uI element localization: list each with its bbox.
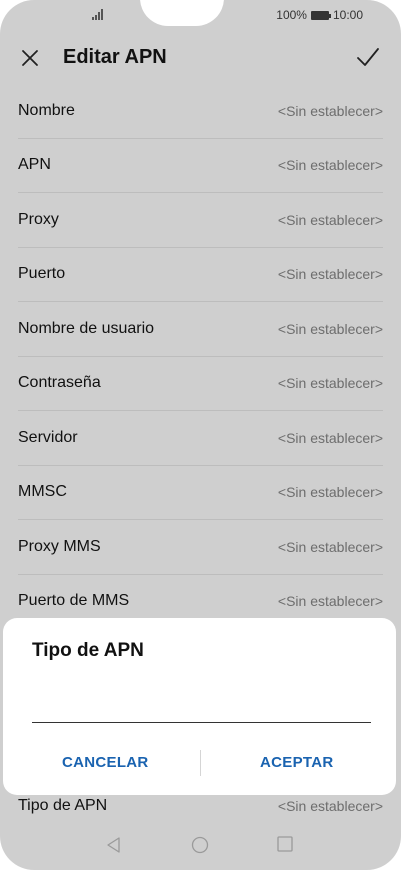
field-value: <Sin establecer> <box>277 157 383 174</box>
close-button[interactable] <box>18 46 42 70</box>
list-item[interactable]: Proxy <Sin establecer> <box>18 193 383 248</box>
list-item[interactable]: MMSC <Sin establecer> <box>18 466 383 520</box>
field-value: <Sin establecer> <box>277 375 383 392</box>
battery-icon <box>310 10 331 20</box>
list-item[interactable]: Puerto <Sin establecer> <box>18 248 383 302</box>
field-label: Nombre de usuario <box>18 319 155 337</box>
close-icon <box>22 50 38 66</box>
nav-recents-button[interactable] <box>277 836 293 852</box>
field-value: <Sin establecer> <box>277 320 383 337</box>
clock: 10:00 <box>332 8 363 22</box>
app-header: Editar APN <box>0 32 401 84</box>
nav-back-button[interactable] <box>105 836 123 854</box>
list-item[interactable]: Servidor <Sin establecer> <box>18 411 383 466</box>
field-value: <Sin establecer> <box>277 429 383 446</box>
list-item[interactable]: Proxy MMS <Sin establecer> <box>18 520 383 575</box>
field-label: Proxy MMS <box>18 537 101 555</box>
accept-button[interactable]: ACEPTAR <box>260 754 334 771</box>
field-label: APN <box>18 156 51 174</box>
page-title: Editar APN <box>63 46 167 68</box>
home-circle-icon <box>191 836 209 854</box>
battery-percent: 100% <box>276 8 307 22</box>
cancel-button[interactable]: CANCELAR <box>62 754 149 771</box>
camera-notch <box>140 0 224 26</box>
list-item-tipo-apn[interactable]: Tipo de APN <Sin establecer> <box>18 795 383 817</box>
recents-square-icon <box>277 836 293 852</box>
apn-type-input[interactable] <box>32 688 371 723</box>
dialog-actions: CANCELAR ACEPTAR <box>3 746 396 782</box>
navigation-bar <box>0 826 401 866</box>
field-value: <Sin establecer> <box>277 538 383 555</box>
field-label: Puerto de MMS <box>18 592 130 610</box>
list-item[interactable]: Contraseña <Sin establecer> <box>18 357 383 411</box>
signal-icon <box>92 8 106 20</box>
dialog-title: Tipo de APN <box>32 640 144 661</box>
apn-type-dialog: Tipo de APN CANCELAR ACEPTAR <box>3 618 396 795</box>
field-label: Tipo de APN <box>18 797 108 814</box>
field-value: <Sin establecer> <box>277 798 383 814</box>
field-label: Proxy <box>18 210 59 228</box>
field-value: <Sin establecer> <box>277 266 383 283</box>
button-divider <box>200 750 201 776</box>
field-label: Contraseña <box>18 374 101 392</box>
status-right: 100% 10:00 <box>276 8 363 22</box>
field-label: Nombre <box>18 101 75 119</box>
apn-settings-list: Nombre <Sin establecer> APN <Sin establecer… <box>18 84 383 629</box>
list-item[interactable]: APN <Sin establecer> <box>18 139 383 193</box>
phone-screen: 100% 10:00 Editar APN Nombre <Sin estable… <box>0 0 401 870</box>
field-value: <Sin establecer> <box>277 102 383 119</box>
field-value: <Sin establecer> <box>277 593 383 610</box>
confirm-button[interactable] <box>355 44 381 70</box>
check-icon <box>357 48 379 66</box>
list-item[interactable]: Nombre de usuario <Sin establecer> <box>18 302 383 357</box>
field-value: <Sin establecer> <box>277 484 383 501</box>
nav-home-button[interactable] <box>191 836 209 854</box>
status-bar: 100% 10:00 <box>0 0 401 30</box>
list-item[interactable]: Nombre <Sin establecer> <box>18 84 383 139</box>
field-label: MMSC <box>18 483 67 501</box>
back-triangle-icon <box>107 837 120 853</box>
field-value: <Sin establecer> <box>277 211 383 228</box>
field-label: Servidor <box>18 428 78 446</box>
field-label: Puerto <box>18 265 66 283</box>
